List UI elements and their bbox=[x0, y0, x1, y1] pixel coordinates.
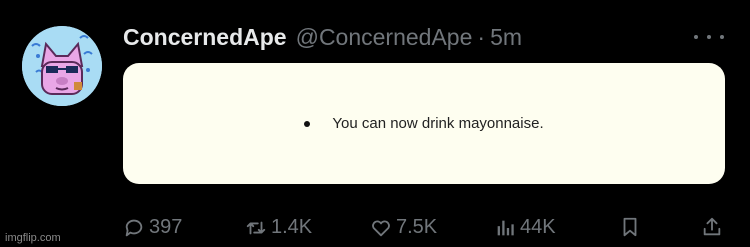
timestamp[interactable]: 5m bbox=[490, 24, 522, 51]
tweet-card[interactable]: ConcernedApe @ConcernedApe · 5m You can … bbox=[0, 0, 750, 247]
views-button[interactable]: 44K bbox=[494, 216, 556, 239]
media-bullet-line: You can now drink mayonnaise. bbox=[304, 115, 544, 132]
retweet-icon bbox=[246, 221, 266, 234]
views-count: 44K bbox=[520, 216, 556, 238]
views-bars-icon bbox=[497, 220, 514, 235]
dot bbox=[707, 35, 711, 39]
media-text: You can now drink mayonnaise. bbox=[332, 115, 544, 132]
heart-icon bbox=[372, 220, 390, 236]
bookmark-button[interactable] bbox=[619, 216, 645, 238]
imgflip-watermark: imgflip.com bbox=[5, 232, 61, 244]
bullet-point bbox=[304, 120, 311, 127]
reply-icon bbox=[125, 219, 143, 236]
action-bar: 397 1.4K 7.5K 44K bbox=[123, 216, 725, 247]
bookmark-icon bbox=[623, 217, 637, 237]
like-count: 7.5K bbox=[396, 216, 438, 238]
tweet-media-image[interactable]: You can now drink mayonnaise. bbox=[123, 63, 725, 184]
like-button[interactable]: 7.5K bbox=[370, 216, 437, 239]
separator-dot: · bbox=[477, 24, 486, 50]
dot bbox=[694, 35, 698, 39]
dot bbox=[720, 35, 724, 39]
avatar[interactable] bbox=[22, 26, 102, 106]
display-name[interactable]: ConcernedApe bbox=[123, 24, 287, 51]
share-button[interactable] bbox=[701, 216, 727, 238]
user-handle[interactable]: @ConcernedApe bbox=[296, 24, 473, 51]
tweet-header: ConcernedApe @ConcernedApe · 5m bbox=[123, 24, 522, 52]
reply-count: 397 bbox=[149, 216, 183, 238]
retweet-count: 1.4K bbox=[271, 216, 313, 238]
share-icon bbox=[703, 217, 721, 236]
reply-button[interactable]: 397 bbox=[123, 216, 182, 239]
retweet-button[interactable]: 1.4K bbox=[245, 216, 312, 239]
more-dots-icon[interactable] bbox=[694, 28, 724, 46]
